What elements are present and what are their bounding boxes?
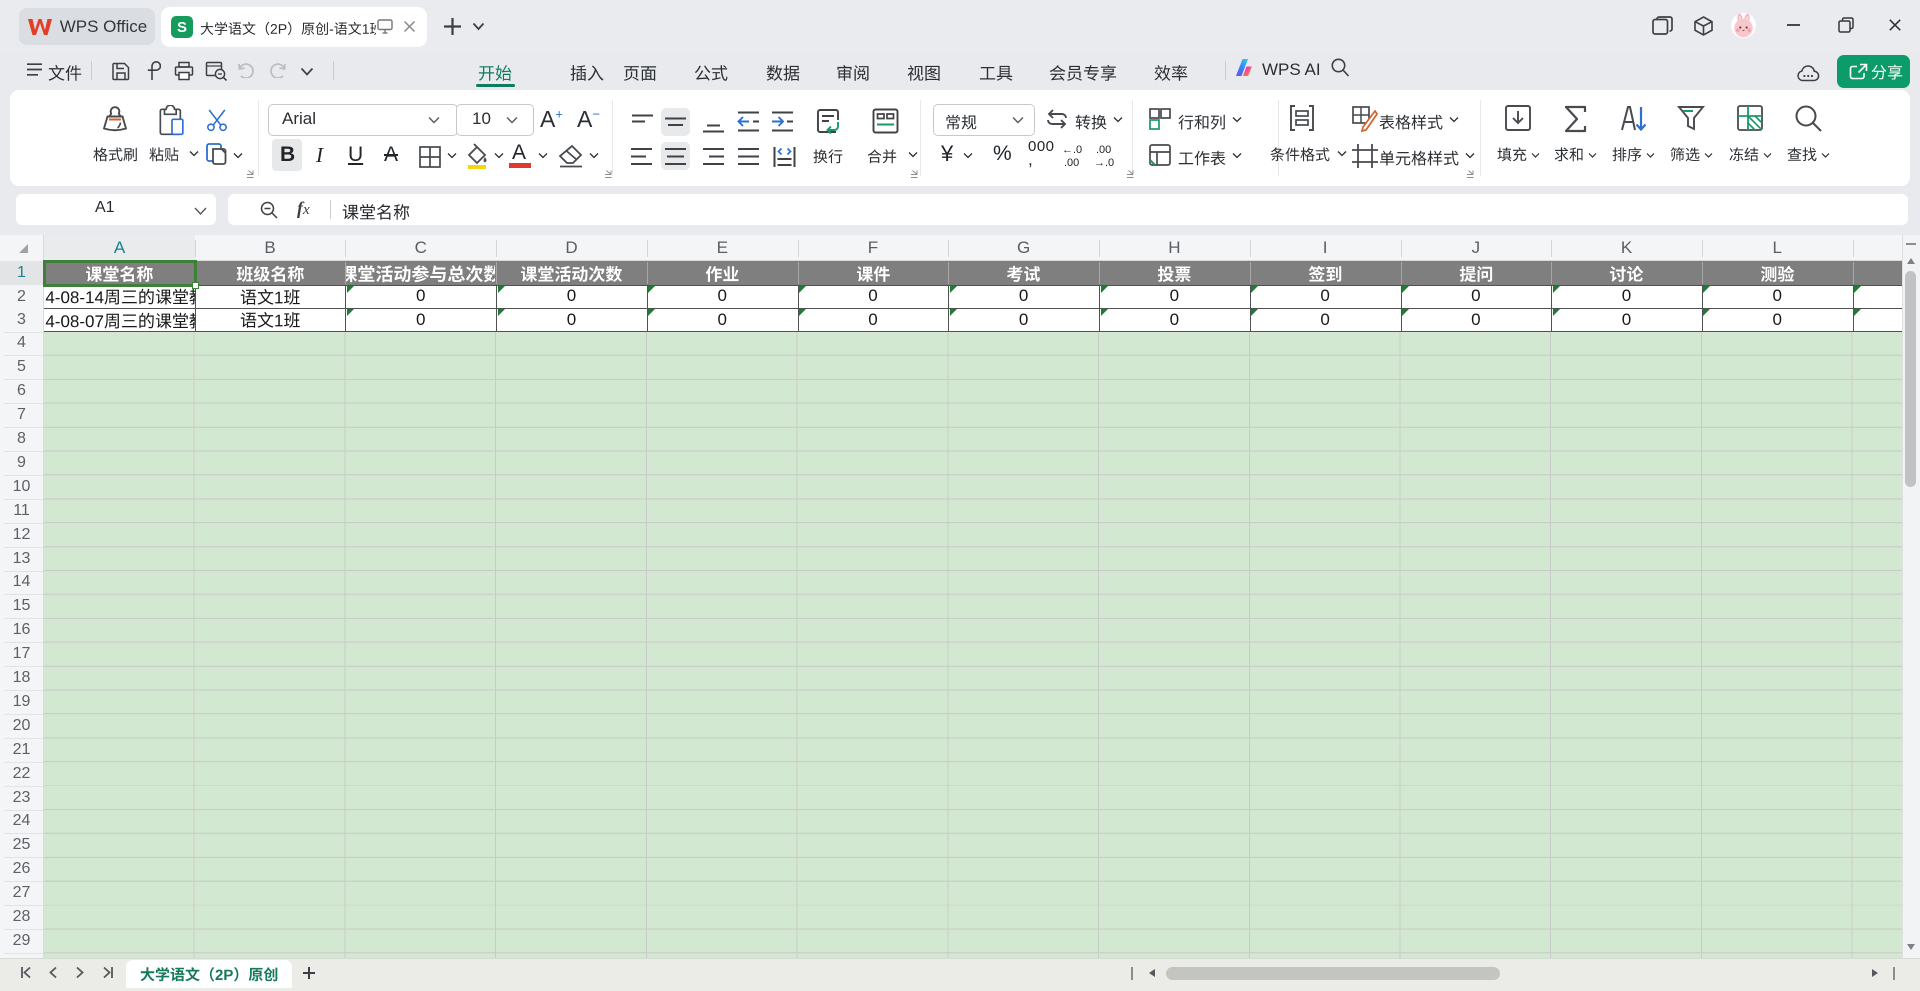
svg-text:.00: .00	[1064, 157, 1079, 168]
svg-text:.00: .00	[1096, 144, 1111, 156]
svg-text:←.0: ←.0	[1062, 144, 1082, 156]
svg-text:→.0: →.0	[1094, 157, 1114, 168]
